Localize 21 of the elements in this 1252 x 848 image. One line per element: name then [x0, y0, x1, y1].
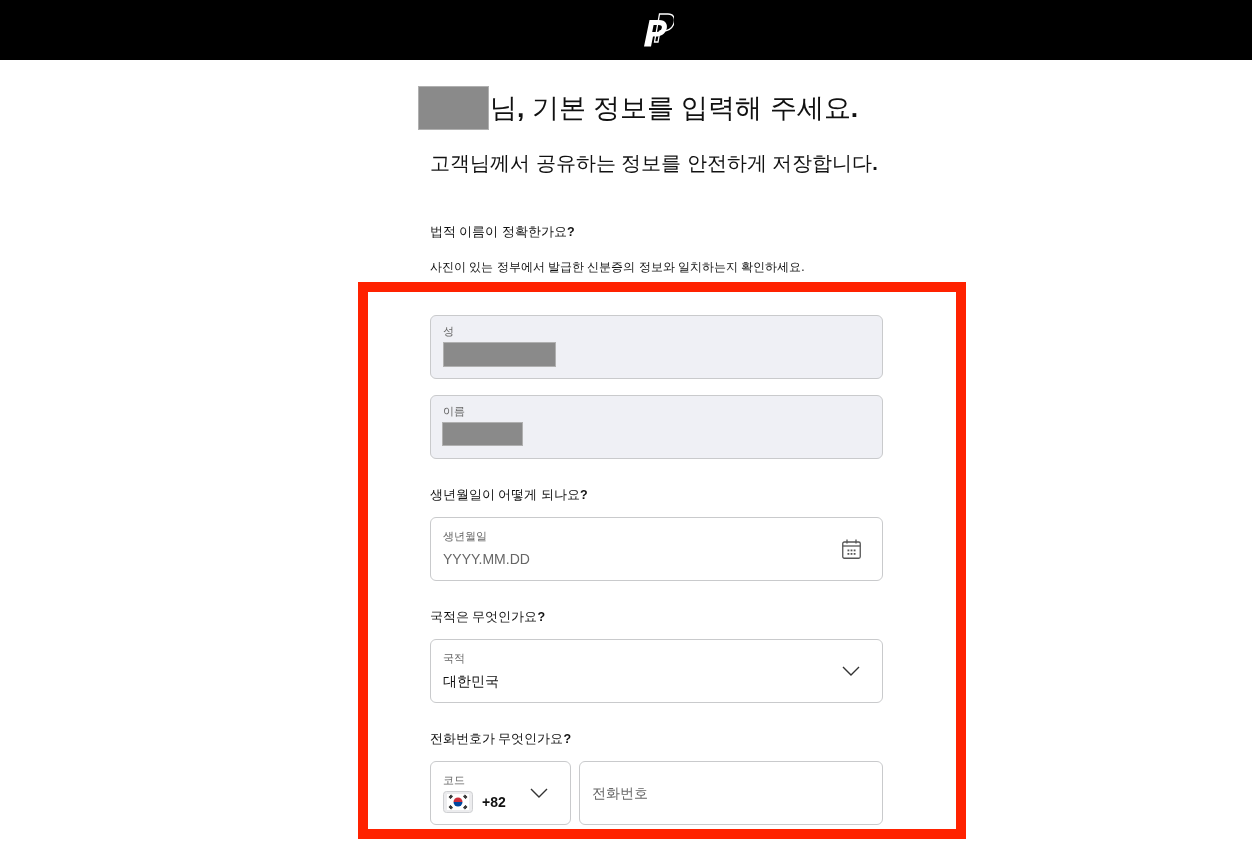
field-label: 이름	[443, 404, 465, 418]
page-title: 님, 기본 정보를 입력해 주세요.	[490, 92, 859, 125]
field-label: 생년월일	[443, 529, 487, 543]
field-label: 코드	[443, 773, 465, 787]
phone-field[interactable]: 전화번호	[579, 761, 883, 825]
question-text: 생년월일이 어떻게 되나요?	[430, 487, 588, 504]
question-text: 법적 이름이 정확한가요?	[430, 224, 575, 241]
logo-icon	[642, 13, 674, 47]
question-text: 국적은 무엇인가요?	[430, 609, 546, 626]
field-label: 국적	[443, 651, 465, 665]
question-text: 전화번호가 무엇인가요?	[430, 731, 572, 748]
calendar-icon	[842, 539, 861, 559]
dropdown-field[interactable]: 국적 대한민국	[430, 639, 883, 703]
note-text: 사진이 있는 정부에서 발급한 신분증의 정보와 일치하는지 확인하세요.	[430, 259, 805, 276]
country-code-dropdown[interactable]: 코드 +82	[430, 761, 571, 825]
date-field[interactable]: 생년월일 YYYY.MM.DD	[430, 517, 883, 581]
subtitle-text: 고객님께서 공유하는 정보를 안전하게 저장합니다.	[430, 151, 878, 176]
flag-icon	[443, 791, 473, 813]
chevron-down-icon	[842, 666, 860, 676]
chevron-down-icon	[530, 788, 548, 798]
field-label: 성	[443, 324, 454, 338]
